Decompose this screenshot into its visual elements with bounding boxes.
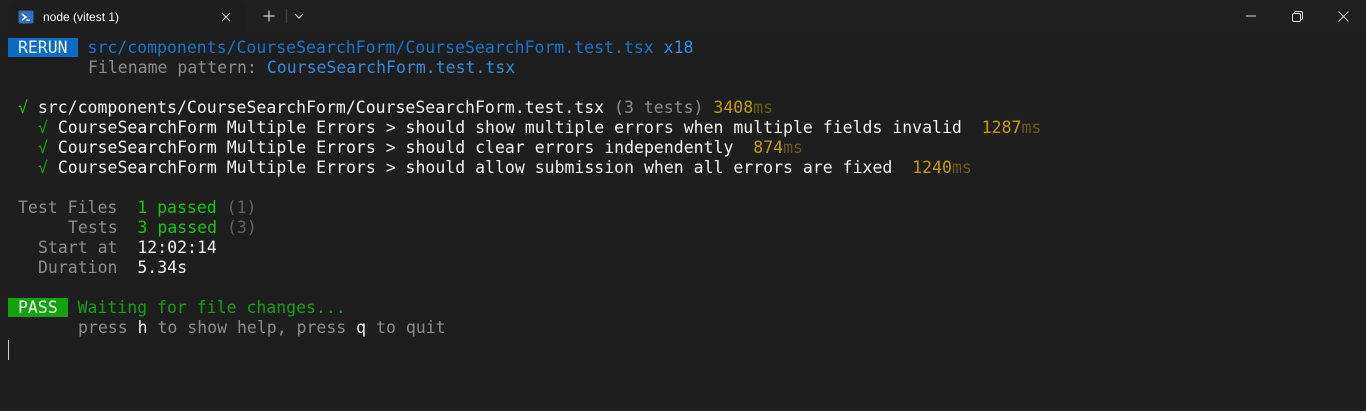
terminal-tab[interactable]: node (vitest 1)	[8, 2, 246, 32]
tab-title: node (vitest 1)	[43, 10, 120, 24]
test-row: √ CourseSearchForm Multiple Errors > sho…	[38, 118, 1041, 138]
restore-icon[interactable]	[1274, 0, 1320, 32]
title-bar: node (vitest 1)	[0, 0, 1366, 32]
pass-badge: PASS	[8, 298, 68, 317]
suite-test-count: (3 tests)	[614, 98, 704, 117]
text-cursor	[8, 340, 9, 360]
powershell-icon	[18, 9, 34, 25]
summary-tests-total: (3)	[226, 218, 257, 237]
summary-start: Start at 12:02:14	[38, 238, 217, 258]
test-time-unit: ms	[783, 138, 803, 157]
suite-file: src/components/CourseSearchForm/CourseSe…	[37, 98, 605, 117]
help-text: to quit	[376, 318, 446, 337]
test-time-unit: ms	[1021, 118, 1042, 137]
test-time: 874	[753, 138, 784, 157]
test-time: 1240	[912, 158, 952, 177]
test-row: √ CourseSearchForm Multiple Errors > sho…	[38, 138, 803, 158]
filename-pattern-value: CourseSearchForm.test.tsx	[266, 58, 516, 77]
suite-time-unit: ms	[753, 98, 774, 117]
summary-files-passed: 1 passed	[137, 198, 217, 217]
test-name: CourseSearchForm Multiple Errors > shoul…	[57, 138, 734, 157]
summary-files-total: (1)	[226, 198, 257, 217]
help-key-h: h	[137, 318, 148, 337]
suite-line: √ src/components/CourseSearchForm/Course…	[18, 98, 773, 118]
filename-pattern-label: Filename pattern:	[88, 58, 257, 77]
test-row: √ CourseSearchForm Multiple Errors > sho…	[38, 158, 972, 178]
chevron-down-icon[interactable]	[289, 5, 309, 27]
suite-check-icon: √	[18, 98, 28, 117]
summary-start-label: Start at	[38, 238, 118, 257]
summary-files-label: Test Files	[18, 198, 118, 217]
rerun-line: RERUN src/components/CourseSearchForm/Co…	[0, 38, 693, 58]
help-text: press	[78, 318, 128, 337]
test-check-icon: √	[38, 118, 48, 137]
suite-time: 3408	[713, 98, 754, 117]
close-tab-icon[interactable]	[215, 7, 237, 27]
rerun-badge: RERUN	[8, 38, 78, 57]
summary-start-value: 12:02:14	[137, 238, 217, 257]
new-tab-plus-icon[interactable]	[258, 5, 280, 27]
close-icon[interactable]	[1320, 0, 1366, 32]
summary-duration-label: Duration	[38, 258, 118, 277]
test-name: CourseSearchForm Multiple Errors > shoul…	[57, 118, 962, 137]
help-text: to show help, press	[157, 318, 347, 337]
tab-divider	[286, 9, 287, 23]
test-name: CourseSearchForm Multiple Errors > shoul…	[57, 158, 893, 177]
summary-tests-passed: 3 passed	[137, 218, 218, 237]
minimize-icon[interactable]	[1228, 0, 1274, 32]
help-line: press h to show help, press q to quit	[78, 318, 446, 338]
summary-test-files: Test Files 1 passed (1)	[18, 198, 256, 218]
summary-duration-value: 5.34s	[137, 258, 188, 277]
summary-tests: Tests 3 passed (3)	[68, 218, 257, 238]
filename-pattern-line: Filename pattern: CourseSearchForm.test.…	[88, 58, 515, 78]
help-key-q: q	[356, 318, 367, 337]
test-check-icon: √	[38, 138, 48, 157]
terminal-output[interactable]: RERUN src/components/CourseSearchForm/Co…	[0, 32, 1366, 411]
pass-line: PASS Waiting for file changes...	[0, 298, 346, 318]
test-time: 1287	[981, 118, 1022, 137]
summary-duration: Duration 5.34s	[38, 258, 187, 278]
test-time-unit: ms	[951, 158, 972, 177]
waiting-message: Waiting for file changes...	[77, 298, 346, 317]
rerun-count: x18	[663, 38, 694, 57]
test-check-icon: √	[38, 158, 48, 177]
rerun-path: src/components/CourseSearchForm/CourseSe…	[87, 38, 654, 57]
summary-tests-label: Tests	[68, 218, 118, 237]
